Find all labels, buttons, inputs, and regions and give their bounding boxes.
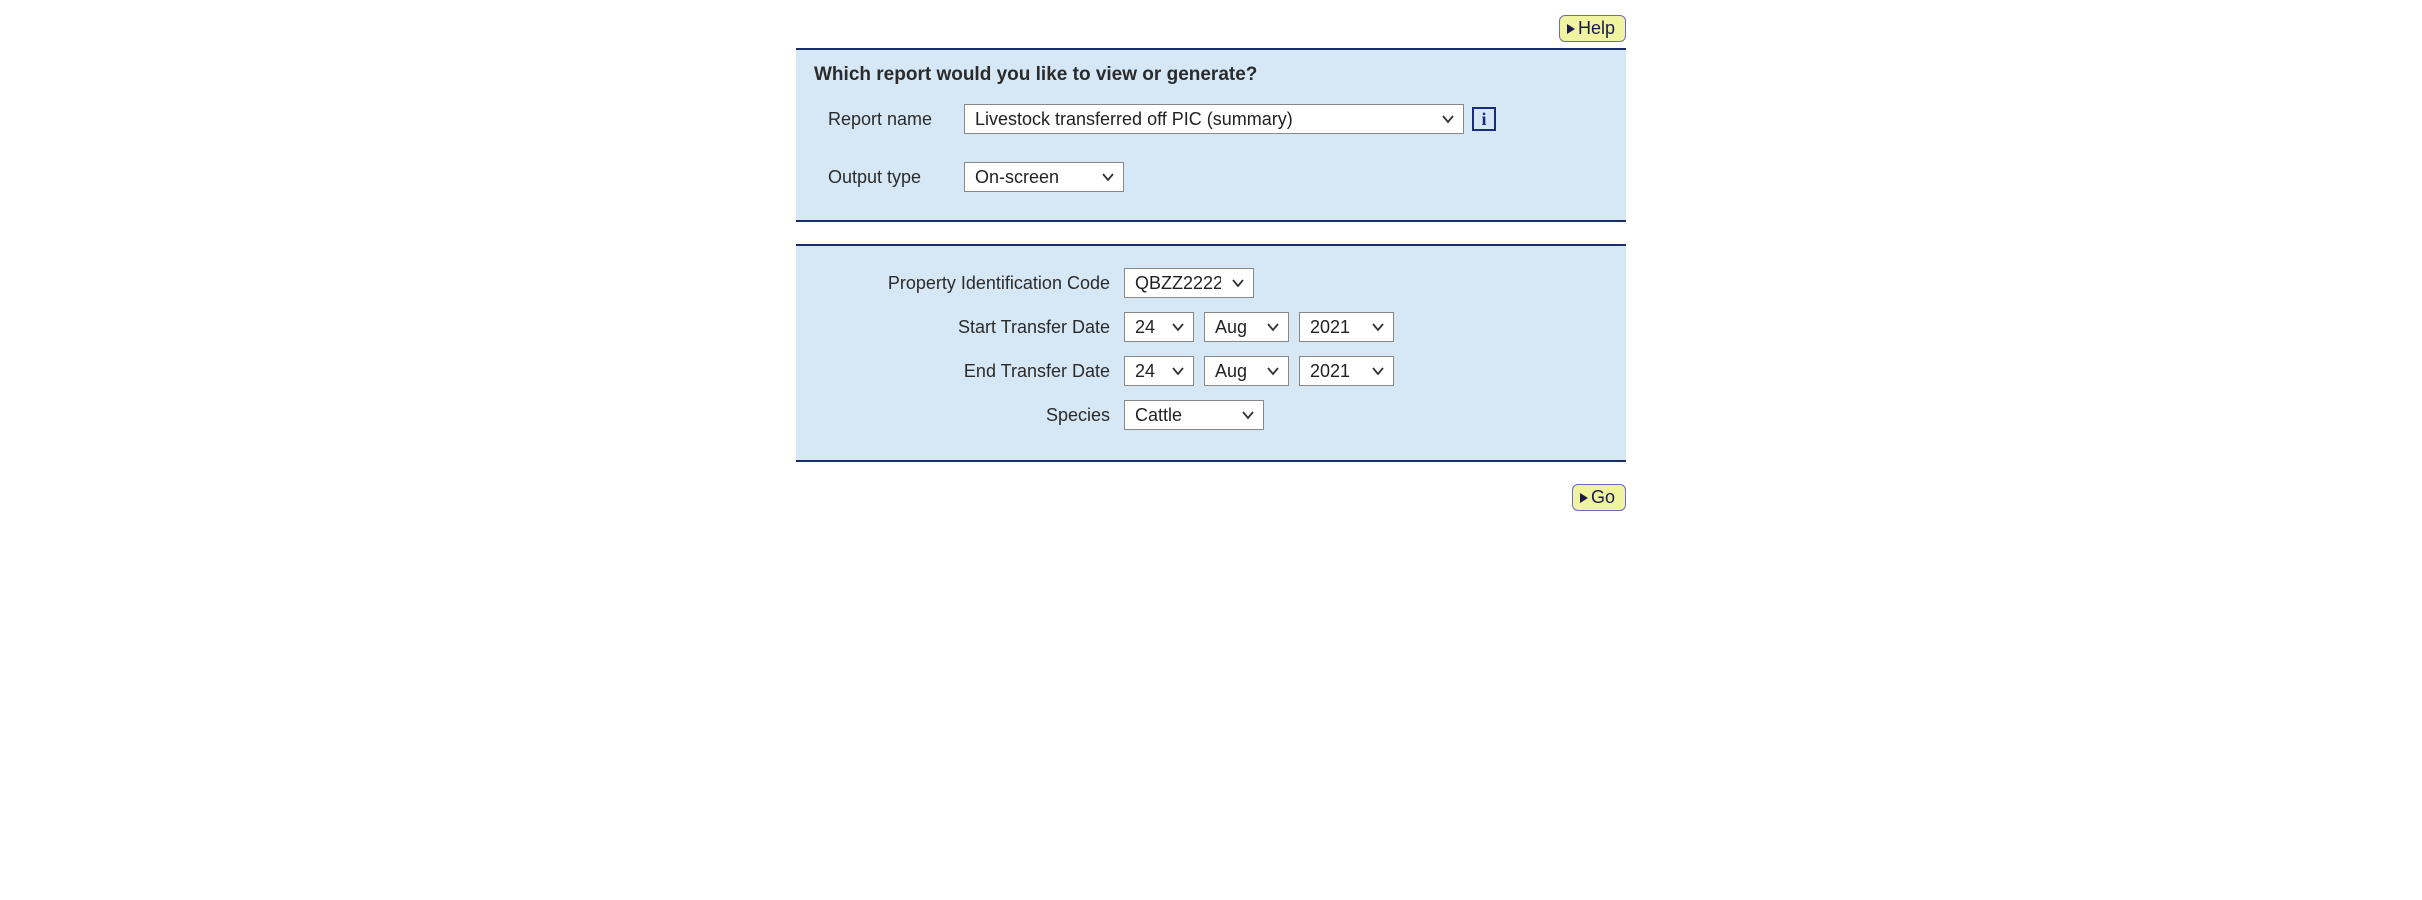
help-button-label: Help [1578, 18, 1615, 39]
info-icon[interactable]: i [1472, 107, 1496, 131]
end-year-select[interactable]: 2021 [1299, 356, 1394, 386]
pic-label: Property Identification Code [814, 273, 1124, 294]
report-params-panel: Property Identification Code QBZZ2222 St… [796, 244, 1626, 462]
play-icon [1579, 492, 1589, 504]
bottom-toolbar: Go [796, 484, 1626, 511]
report-name-select[interactable]: Livestock transferred off PIC (summary) [964, 104, 1464, 134]
play-icon [1566, 23, 1576, 35]
pic-select[interactable]: QBZZ2222 [1124, 268, 1254, 298]
report-name-label: Report name [814, 109, 964, 130]
panel-title: Which report would you like to view or g… [814, 64, 1606, 86]
species-select[interactable]: Cattle [1124, 400, 1264, 430]
end-day-select[interactable]: 24 [1124, 356, 1194, 386]
start-date-label: Start Transfer Date [814, 317, 1124, 338]
end-month-select[interactable]: Aug [1204, 356, 1289, 386]
info-icon-letter: i [1481, 110, 1486, 128]
start-day-select[interactable]: 24 [1124, 312, 1194, 342]
go-button-label: Go [1591, 487, 1615, 508]
output-type-select[interactable]: On-screen [964, 162, 1124, 192]
top-toolbar: Help [796, 15, 1626, 42]
output-type-label: Output type [814, 167, 964, 188]
go-button[interactable]: Go [1572, 484, 1626, 511]
start-month-select[interactable]: Aug [1204, 312, 1289, 342]
help-button[interactable]: Help [1559, 15, 1626, 42]
species-label: Species [814, 405, 1124, 426]
end-date-label: End Transfer Date [814, 361, 1124, 382]
start-year-select[interactable]: 2021 [1299, 312, 1394, 342]
report-select-panel: Which report would you like to view or g… [796, 48, 1626, 222]
